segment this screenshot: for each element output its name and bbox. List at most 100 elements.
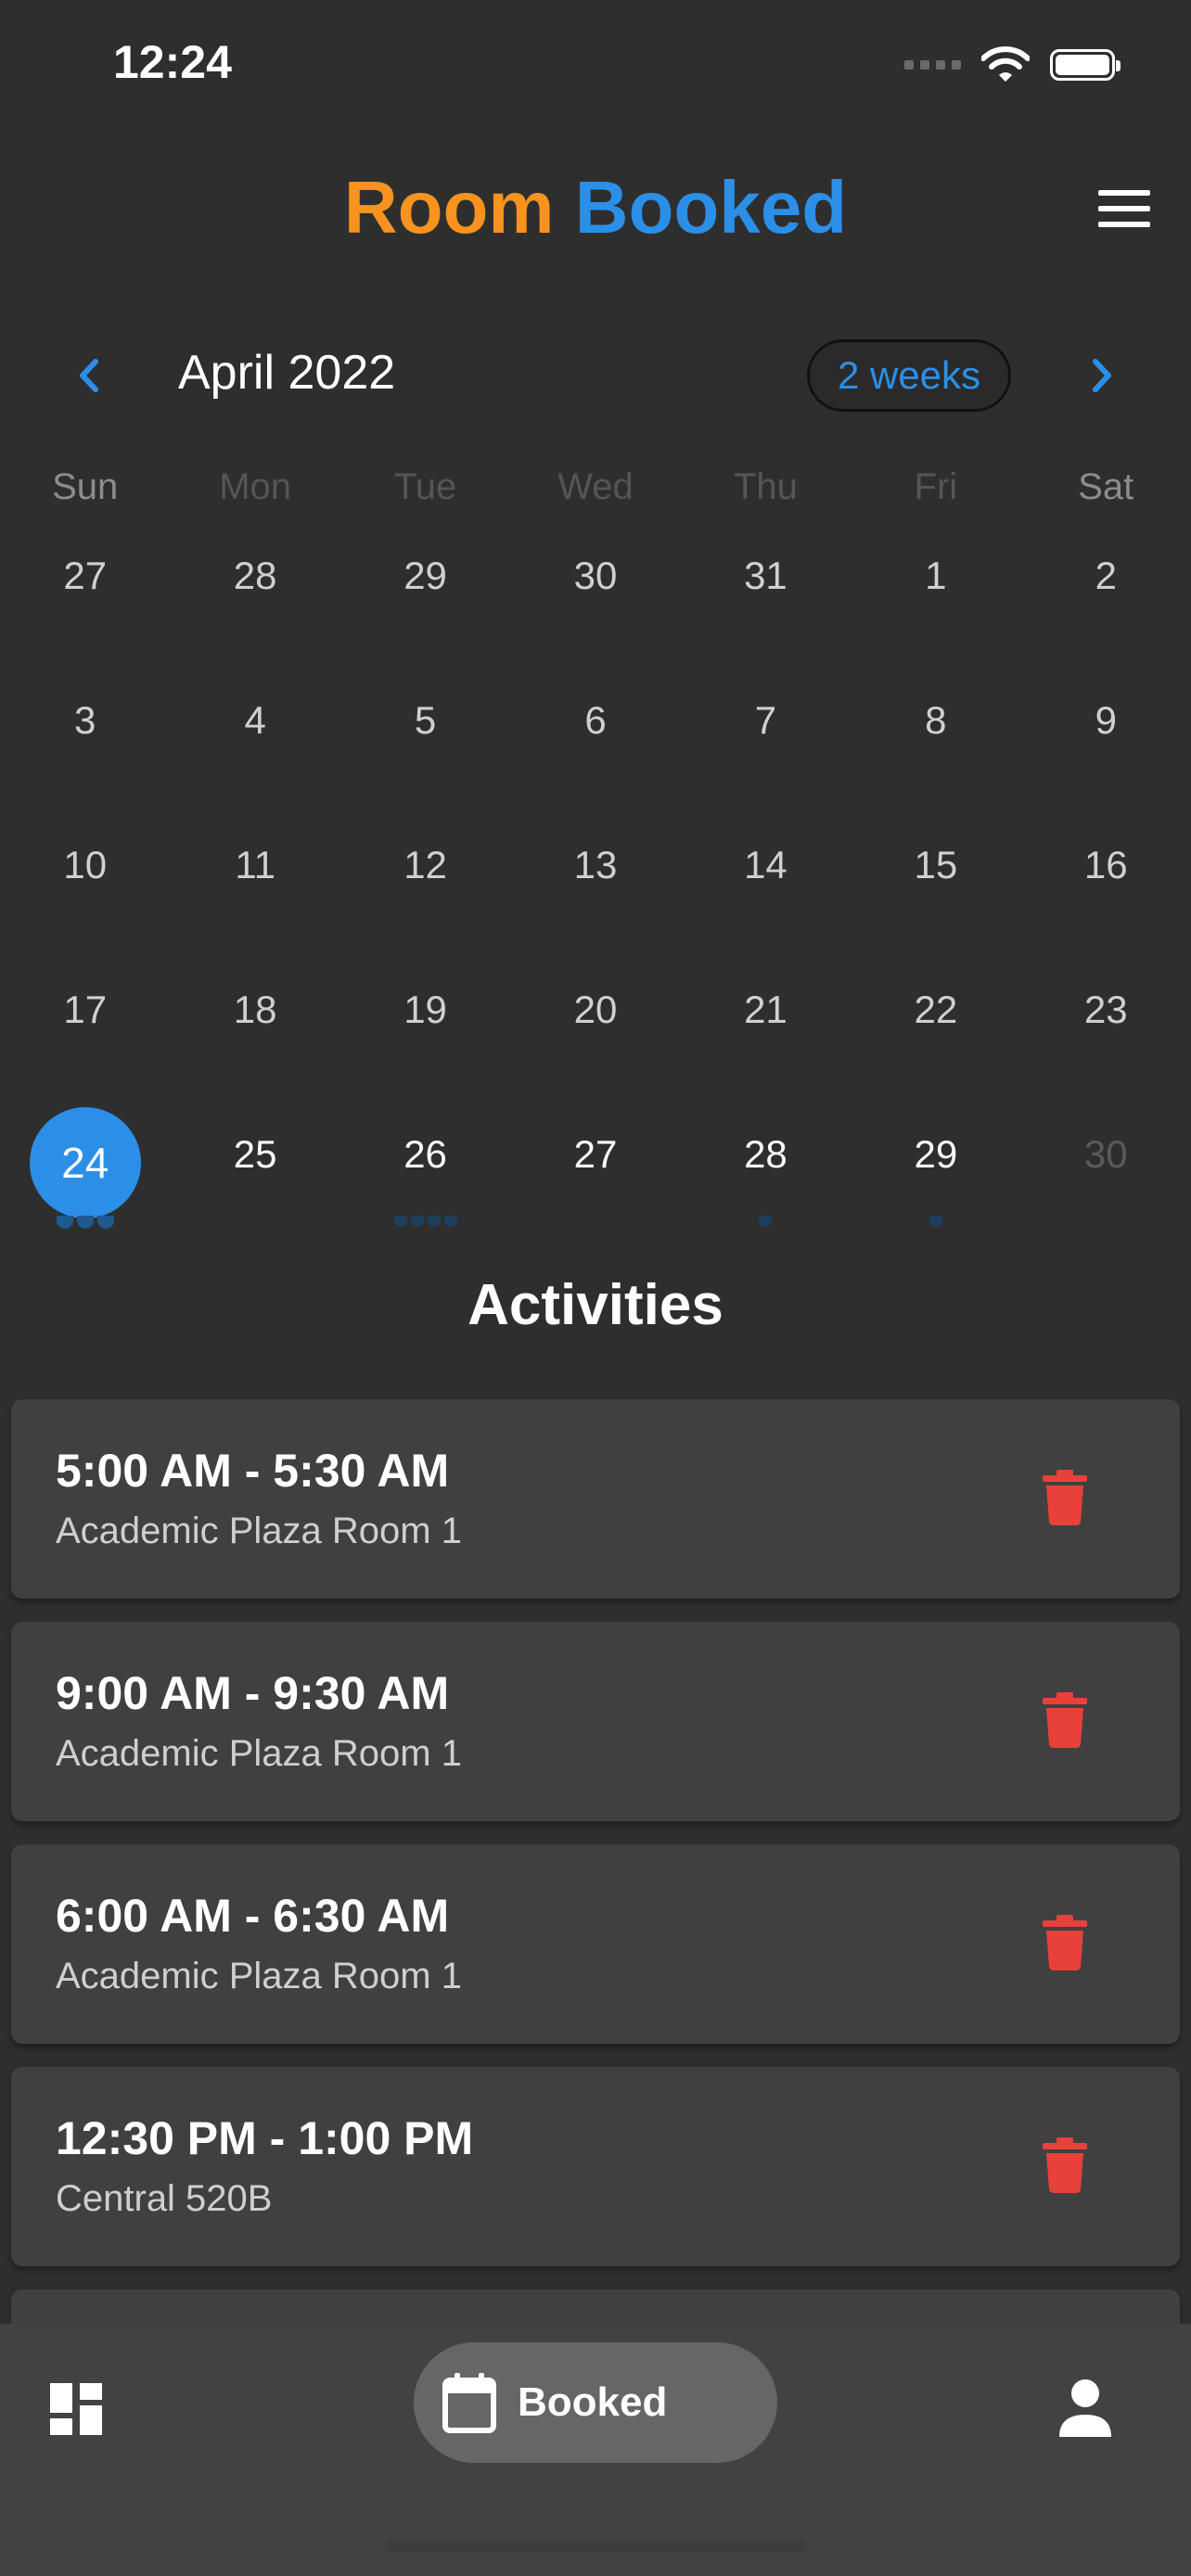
calendar-day-selected[interactable]: 24 [0, 1093, 170, 1238]
event-markers [759, 1216, 773, 1227]
bottom-nav: Booked [0, 2324, 1191, 2576]
calendar-day[interactable]: 25 [170, 1093, 339, 1238]
battery-icon [1050, 49, 1121, 81]
day-number: 23 [1083, 988, 1128, 1031]
calendar-grid: Sun Mon Tue Wed Thu Fri Sat 27 28 29 30 … [0, 459, 1191, 1238]
calendar-day[interactable]: 28 [170, 515, 339, 659]
day-number: 27 [573, 1132, 618, 1176]
day-number: 1 [925, 554, 947, 597]
activity-room: Academic Plaza Room 1 [56, 1511, 462, 1551]
calendar-format-button[interactable]: 2 weeks [807, 339, 1011, 412]
chevron-right-icon [1093, 359, 1111, 392]
day-number: 26 [403, 1132, 447, 1176]
day-number: 14 [744, 843, 788, 886]
profile-icon[interactable] [1057, 2378, 1113, 2439]
next-month-button[interactable] [1074, 348, 1130, 403]
calendar-day[interactable]: 11 [170, 804, 339, 949]
calendar-day[interactable]: 28 [681, 1093, 851, 1238]
activity-room: Central 520B [56, 2178, 273, 2219]
calendar-day[interactable]: 30 [1021, 1093, 1191, 1238]
activity-card[interactable]: 5:00 AM - 5:30 AM Academic Plaza Room 1 [11, 1399, 1180, 1599]
calendar-day[interactable]: 2 [1021, 515, 1191, 659]
calendar-day[interactable]: 22 [851, 949, 1020, 1093]
trash-icon[interactable] [1043, 2137, 1087, 2193]
calendar-day[interactable]: 20 [510, 949, 680, 1093]
calendar-day[interactable]: 23 [1021, 949, 1191, 1093]
calendar-day[interactable]: 29 [851, 1093, 1020, 1238]
calendar-day[interactable]: 18 [170, 949, 339, 1093]
day-number: 25 [233, 1132, 277, 1176]
calendar-day[interactable]: 4 [170, 659, 339, 804]
event-markers [393, 1216, 457, 1227]
calendar-week: 3 4 5 6 7 8 9 [0, 659, 1191, 804]
calendar-day[interactable]: 29 [340, 515, 510, 659]
calendar-day[interactable]: 21 [681, 949, 851, 1093]
dashboard-icon[interactable] [48, 2381, 104, 2437]
nav-booked-tab[interactable]: Booked [414, 2342, 777, 2463]
activity-room: Academic Plaza Room 1 [56, 1956, 462, 1996]
calendar-day[interactable]: 8 [851, 659, 1020, 804]
calendar-day[interactable]: 17 [0, 949, 170, 1093]
calendar-day[interactable]: 12 [340, 804, 510, 949]
day-number: 29 [403, 554, 447, 597]
trash-icon[interactable] [1043, 1470, 1087, 1525]
calendar-day[interactable]: 1 [851, 515, 1020, 659]
day-number: 30 [1083, 1132, 1128, 1176]
calendar-day[interactable]: 10 [0, 804, 170, 949]
day-number: 21 [744, 988, 788, 1031]
activity-card[interactable]: 12:30 PM - 1:00 PM Central 520B [11, 2067, 1180, 2266]
prev-month-button[interactable] [61, 348, 117, 403]
weekday-label: Fri [914, 466, 958, 507]
calendar-day[interactable]: 3 [0, 659, 170, 804]
activity-time: 6:00 AM - 6:30 AM [56, 1890, 450, 1942]
calendar-day[interactable]: 19 [340, 949, 510, 1093]
calendar-day[interactable]: 5 [340, 659, 510, 804]
day-number: 20 [573, 988, 618, 1031]
calendar-day[interactable]: 27 [510, 1093, 680, 1238]
calendar-day[interactable]: 31 [681, 515, 851, 659]
calendar-day[interactable]: 16 [1021, 804, 1191, 949]
day-number: 17 [63, 988, 108, 1031]
status-icons [904, 46, 1121, 83]
day-number: 11 [235, 843, 275, 886]
activity-room: Academic Plaza Room 1 [56, 1733, 462, 1774]
calendar-day[interactable]: 27 [0, 515, 170, 659]
calendar-day[interactable]: 9 [1021, 659, 1191, 804]
day-number: 8 [925, 698, 947, 742]
activities-heading: Activities [467, 1273, 724, 1337]
trash-icon[interactable] [1043, 1692, 1087, 1748]
trash-icon[interactable] [1043, 1915, 1087, 1970]
activity-time: 5:00 AM - 5:30 AM [56, 1445, 450, 1497]
menu-icon[interactable] [1098, 190, 1150, 227]
wifi-icon [981, 46, 1030, 82]
calendar-day[interactable]: 14 [681, 804, 851, 949]
weekday-header: Sun Mon Tue Wed Thu Fri Sat [0, 459, 1191, 515]
calendar-day[interactable]: 15 [851, 804, 1020, 949]
day-number: 13 [573, 843, 618, 886]
app-title-booked: Booked [574, 166, 848, 249]
activity-time: 9:00 AM - 9:30 AM [56, 1667, 450, 1719]
day-number: 3 [74, 698, 96, 742]
app-title: Room Booked [0, 165, 1191, 250]
weekday-label: Sun [52, 466, 119, 507]
weekday-label: Thu [733, 466, 798, 507]
calendar-day[interactable]: 30 [510, 515, 680, 659]
activity-card[interactable]: 6:00 AM - 6:30 AM Academic Plaza Room 1 [11, 1844, 1180, 2044]
day-number: 15 [914, 843, 958, 886]
signal-icon [904, 60, 961, 70]
day-number: 31 [744, 554, 788, 597]
calendar-day[interactable]: 26 [340, 1093, 510, 1238]
calendar-day[interactable]: 6 [510, 659, 680, 804]
day-number: 27 [63, 554, 108, 597]
day-number: 29 [914, 1132, 958, 1176]
chevron-left-icon [80, 359, 98, 392]
day-number: 9 [1095, 698, 1117, 742]
calendar-day[interactable]: 13 [510, 804, 680, 949]
weekday-label: Wed [557, 466, 634, 507]
calendar-day[interactable]: 7 [681, 659, 851, 804]
weekday-label: Mon [219, 466, 292, 507]
app-title-room: Room [343, 166, 555, 249]
activity-card[interactable]: 9:00 AM - 9:30 AM Academic Plaza Room 1 [11, 1622, 1180, 1821]
day-number: 2 [1095, 554, 1117, 597]
day-number: 10 [63, 843, 108, 886]
